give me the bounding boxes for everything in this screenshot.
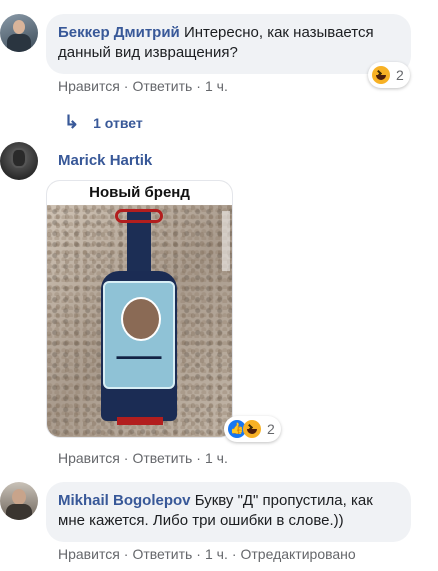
reaction-summary[interactable]: 2: [368, 62, 410, 88]
comment-bubble-mikhail: Mikhail Bogolepov Букву "Д" пропустила, …: [46, 482, 411, 542]
like-link[interactable]: Нравится: [58, 450, 120, 466]
replies-label: 1 ответ: [93, 114, 143, 131]
comment-actions: Нравится · Ответить · 1 ч.: [58, 78, 228, 94]
comment-author[interactable]: Marick Hartik: [58, 152, 152, 169]
comment-image[interactable]: Новый бренд ▬▬▬▬▬: [46, 180, 233, 438]
haha-icon: [243, 420, 261, 438]
separator: ·: [196, 450, 201, 466]
comment-actions: Нравится · Ответить · 1 ч. · Отредактировано: [58, 546, 356, 562]
separator: ·: [231, 546, 237, 562]
bottle-label: ▬▬▬▬▬: [103, 281, 175, 389]
reaction-summary[interactable]: 👍 2: [224, 416, 281, 442]
separator: ·: [123, 78, 129, 94]
separator: ·: [123, 450, 129, 466]
reply-link[interactable]: Ответить: [132, 78, 192, 94]
like-link[interactable]: Нравится: [58, 78, 120, 94]
comment-bubble-bekker: Беккер Дмитрий Интересно, как называется…: [46, 14, 411, 74]
timestamp[interactable]: 1 ч.: [205, 78, 228, 94]
comment-author[interactable]: Беккер Дмитрий: [58, 24, 180, 41]
like-link[interactable]: Нравится: [58, 546, 120, 562]
haha-icon: [372, 66, 390, 84]
reaction-count: 2: [267, 421, 275, 437]
bottle-tag: [117, 417, 163, 425]
avatar-marick[interactable]: [0, 142, 38, 180]
timestamp[interactable]: 1 ч.: [205, 546, 228, 562]
label-wordmark-graphic: ▬▬▬▬▬: [116, 351, 162, 361]
image-caption: Новый бренд: [47, 181, 232, 205]
separator: ·: [123, 546, 129, 562]
avatar-bekker[interactable]: [0, 14, 38, 52]
edited-label[interactable]: Отредактировано: [241, 546, 356, 562]
bottle-cap: [115, 209, 163, 223]
reaction-count: 2: [396, 67, 404, 83]
label-portrait: [121, 297, 161, 341]
reply-link[interactable]: Ответить: [132, 546, 192, 562]
comment-actions: Нравится · Ответить · 1 ч.: [58, 450, 228, 466]
separator: ·: [196, 546, 201, 562]
separator: ·: [196, 78, 201, 94]
reply-link[interactable]: Ответить: [132, 450, 192, 466]
timestamp[interactable]: 1 ч.: [205, 450, 228, 466]
reply-arrow-icon: ↳: [64, 112, 80, 132]
watermark-strip: [222, 211, 230, 271]
avatar-mikhail[interactable]: [0, 482, 38, 520]
comment-author[interactable]: Mikhail Bogolepov: [58, 492, 191, 509]
view-replies-link[interactable]: ↳ 1 ответ: [64, 112, 143, 133]
